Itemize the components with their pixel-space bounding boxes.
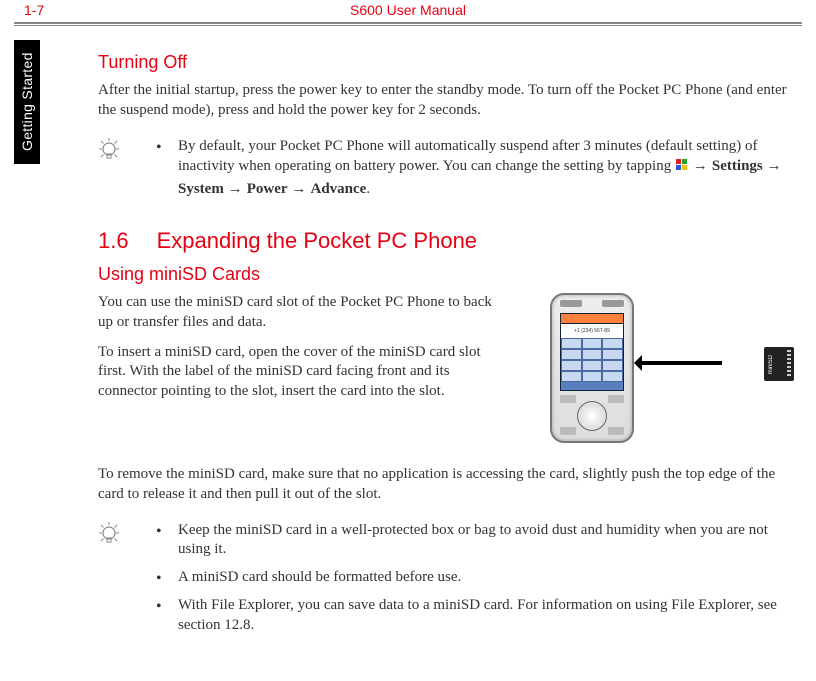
- section-1-6-heading: 1.6 Expanding the Pocket PC Phone: [98, 228, 794, 254]
- manual-title: S600 User Manual: [0, 2, 816, 18]
- minisd-para1: You can use the miniSD card slot of the …: [98, 293, 508, 333]
- page-header: 1-7 S600 User Manual: [0, 0, 816, 22]
- path-system: System: [178, 181, 224, 197]
- device-figure: +1 (234) 567-89 miniSD: [550, 293, 794, 443]
- tip-item-suspend: By default, your Pocket PC Phone will au…: [152, 137, 794, 200]
- minisd-para3: To remove the miniSD card, make sure tha…: [98, 465, 794, 505]
- arrow-2: →: [767, 157, 782, 174]
- minisd-card-icon: miniSD: [764, 347, 794, 381]
- tip-block-suspend: By default, your Pocket PC Phone will au…: [98, 137, 794, 200]
- arrow-4: →: [291, 180, 310, 197]
- turning-off-paragraph: After the initial startup, press the pow…: [98, 81, 794, 121]
- start-flag-icon: [675, 158, 689, 179]
- path-advance: Advance: [310, 181, 366, 197]
- chapter-side-tab: Getting Started: [14, 40, 40, 164]
- section-title: Expanding the Pocket PC Phone: [157, 228, 477, 253]
- phone-display-text: +1 (234) 567-89: [561, 324, 623, 338]
- header-rule: [14, 22, 802, 26]
- tip-item: A miniSD card should be formatted before…: [152, 568, 794, 588]
- path-power: Power: [247, 181, 288, 197]
- path-settings: Settings: [712, 158, 763, 174]
- tip-item: Keep the miniSD card in a well-protected…: [152, 521, 794, 561]
- tip-text-post: .: [366, 181, 370, 197]
- section-number: 1.6: [98, 228, 129, 254]
- arrow-1: →: [693, 157, 712, 174]
- lightbulb-icon: [96, 137, 122, 168]
- minisd-para2: To insert a miniSD card, open the cover …: [98, 343, 508, 402]
- minisd-intro-block: You can use the miniSD card slot of the …: [98, 293, 794, 453]
- page-content: Turning Off After the initial startup, p…: [98, 52, 794, 644]
- insert-arrow-icon: [636, 361, 722, 365]
- minisd-heading: Using miniSD Cards: [98, 264, 794, 285]
- lightbulb-icon: [96, 521, 122, 552]
- tip-block-minisd: Keep the miniSD card in a well-protected…: [98, 521, 794, 636]
- turning-off-heading: Turning Off: [98, 52, 794, 73]
- tip-text-pre: By default, your Pocket PC Phone will au…: [178, 138, 757, 175]
- tip-item: With File Explorer, you can save data to…: [152, 596, 794, 636]
- pocket-pc-phone-illustration: +1 (234) 567-89: [550, 293, 634, 443]
- arrow-3: →: [228, 180, 247, 197]
